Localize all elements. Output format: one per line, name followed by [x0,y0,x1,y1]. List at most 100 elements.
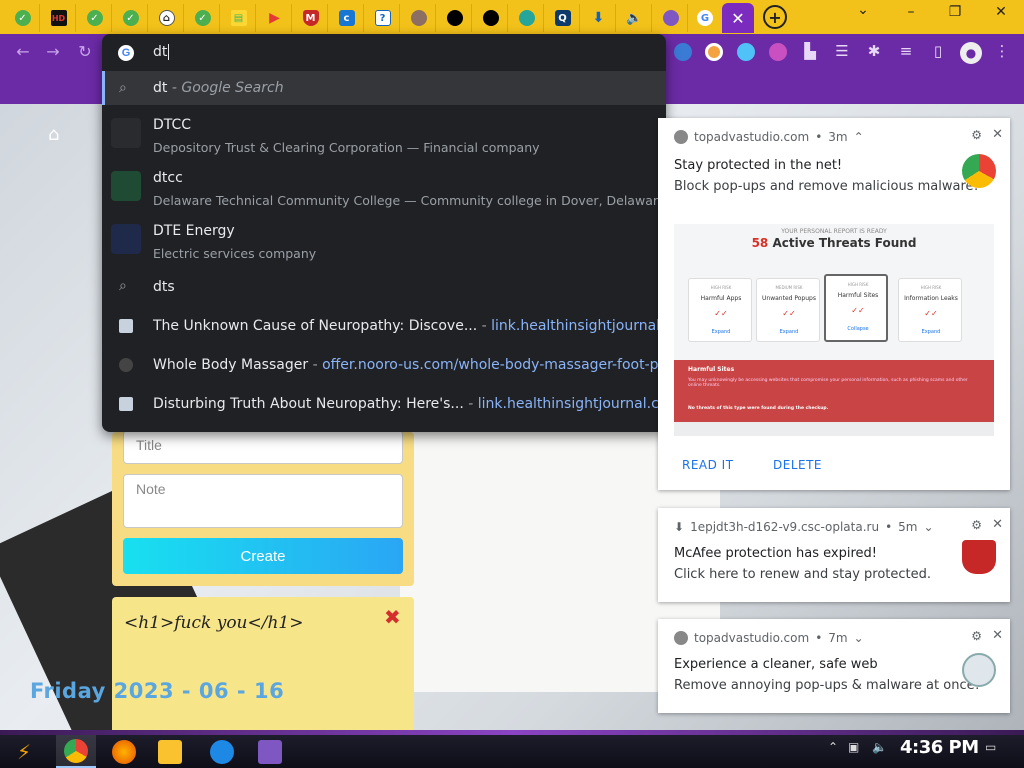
tab-16[interactable]: Q [546,4,580,32]
settings-gear-icon[interactable]: ⚙ [971,128,982,142]
tab-13[interactable] [438,4,472,32]
tab-9[interactable]: M [294,4,328,32]
suggestion-history[interactable]: The Unknown Cause of Neuropathy: Discove… [102,309,694,343]
title-input[interactable]: Title [123,430,403,464]
tab-14[interactable] [474,4,508,32]
close-icon[interactable]: ✕ [992,127,1003,142]
check-icon: ✓ [122,10,139,26]
suggestion-entity[interactable]: DTCC Depository Trust & Clearing Corpora… [102,109,666,161]
tab-7[interactable]: ▤ [222,4,256,32]
gift-icon[interactable]: ⌂ [48,124,59,145]
suggestion-entity[interactable]: dtcc Delaware Technical Community Colleg… [102,162,666,214]
tab-5[interactable]: ⌂ [150,4,184,32]
hd-icon: HD [50,10,67,26]
tab-11[interactable]: ? [366,4,400,32]
start-button[interactable]: ⚡ [4,735,44,768]
circle-icon [410,10,427,26]
tab-15[interactable] [510,4,544,32]
suggestion-history[interactable]: Whole Body Massager - offer.nooro-us.com… [102,348,684,382]
suggestion-search[interactable]: ⌕ dt - Google Search [102,71,666,105]
tab-19[interactable] [654,4,688,32]
tab-6[interactable]: ✓ [186,4,220,32]
notification-card[interactable]: topadvastudio.com • 7m ⌄ ⚙ ✕ Experience a c… [658,619,1010,713]
suggestion-entity[interactable]: DTE Energy Electric services company [102,215,666,267]
files-icon [158,739,182,764]
close-icon[interactable]: ✕ [992,628,1003,643]
extension-icon[interactable] [737,43,755,61]
notification-title: Stay protected in the net! [674,158,843,173]
back-button[interactable]: ← [12,42,34,61]
chart-extension-icon[interactable]: ▙ [800,42,820,60]
profile-avatar[interactable]: ● [960,42,982,64]
chevron-up-icon[interactable]: ⌃ [828,740,838,754]
taskbar-chrome[interactable] [56,735,96,768]
notification-card[interactable]: topadvastudio.com • 3m ⌃ ⚙ ✕ Stay protected… [658,118,1010,490]
search-icon: ⌕ [119,80,127,96]
tab-active[interactable]: G [688,4,722,32]
firefox-icon [112,739,136,764]
notification-card[interactable]: ⬇ 1epjdt3h-d162-v9.csc-oplata.ru • 5m ⌄ ⚙ ✕… [658,508,1010,602]
menu-icon[interactable]: ⋮ [992,42,1012,60]
taskbar-visual-studio[interactable] [250,735,290,768]
sound-icon: 🔈 [626,10,643,26]
reading-list-icon[interactable]: ≡ [896,42,916,60]
settings-gear-icon[interactable]: ⚙ [971,629,982,643]
shield-icon: M [302,10,319,26]
taskbar-firefox[interactable] [104,735,144,768]
tab-4[interactable]: ✓ [114,4,148,32]
doc-icon: ▤ [230,10,247,26]
tab-1[interactable]: ✓ [6,4,40,32]
chevron-down-icon: ⌄ [923,520,934,534]
start-icon: ⚡ [16,739,32,764]
close-icon[interactable]: ✕ [992,517,1003,532]
create-button[interactable]: Create [123,538,403,574]
restore-button[interactable]: ❐ [940,4,970,20]
taskbar-ie[interactable] [202,735,242,768]
tab-17[interactable]: ⬇ [582,4,616,32]
notification-source: ⬇ 1epjdt3h-d162-v9.csc-oplata.ru • 5m ⌄ [674,520,934,534]
extension-icon[interactable] [705,43,723,61]
extension-icon[interactable] [674,43,692,61]
tab-2[interactable]: HD [42,4,76,32]
chevron-down-icon: ⌄ [853,631,864,645]
address-input[interactable]: dt [153,44,170,60]
extension-icon[interactable] [769,43,787,61]
ie-icon [210,739,234,764]
home-icon: ⌂ [158,10,175,26]
tab-8[interactable]: ▶ [258,4,292,32]
settings-gear-icon[interactable]: ⚙ [971,518,982,532]
google-icon: G [697,10,713,26]
chrome-icon [64,738,88,763]
close-tab-button[interactable]: ✕ [722,3,754,33]
read-it-button[interactable]: READ IT [682,458,734,472]
clock[interactable]: 4:36 PM [900,737,979,758]
notification-center-icon[interactable]: ▭ [985,740,996,754]
taskbar-files[interactable] [150,735,190,768]
note-textarea[interactable]: Note [123,474,403,528]
tab-10[interactable]: c [330,4,364,32]
notification-body: Remove annoying pop-ups & malware at onc… [674,678,980,693]
delete-button[interactable]: DELETE [773,458,822,472]
network-icon[interactable]: ▣ [848,740,859,754]
form-extension-icon[interactable]: ☰ [832,42,852,60]
mail-icon [962,653,996,687]
chevron-up-icon: ⌃ [853,130,864,144]
volume-icon[interactable]: 🔈 [872,740,887,754]
suggestion-search[interactable]: ⌕ dts [102,270,666,304]
close-window-button[interactable]: ✕ [986,4,1016,20]
side-panel-icon[interactable]: ▯ [928,42,948,60]
tab-12[interactable] [402,4,436,32]
tab-search-button[interactable]: ⌄ [848,2,878,18]
suggestion-history[interactable]: Disturbing Truth About Neuropathy: Here'… [102,387,680,421]
new-tab-button[interactable]: + [763,5,787,29]
reload-button[interactable]: ↻ [74,42,96,61]
minimize-button[interactable]: – [896,4,926,20]
address-bar[interactable]: G dt [102,34,666,71]
tab-3[interactable]: ✓ [78,4,112,32]
forward-button[interactable]: → [42,42,64,61]
delete-note-icon[interactable]: ✖ [384,605,401,629]
tab-18[interactable]: 🔈 [618,4,652,32]
notification-body: Click here to renew and stay protected. [674,567,932,582]
notification-source: topadvastudio.com • 3m ⌃ [674,130,864,144]
puzzle-icon[interactable]: ✱ [864,42,884,60]
